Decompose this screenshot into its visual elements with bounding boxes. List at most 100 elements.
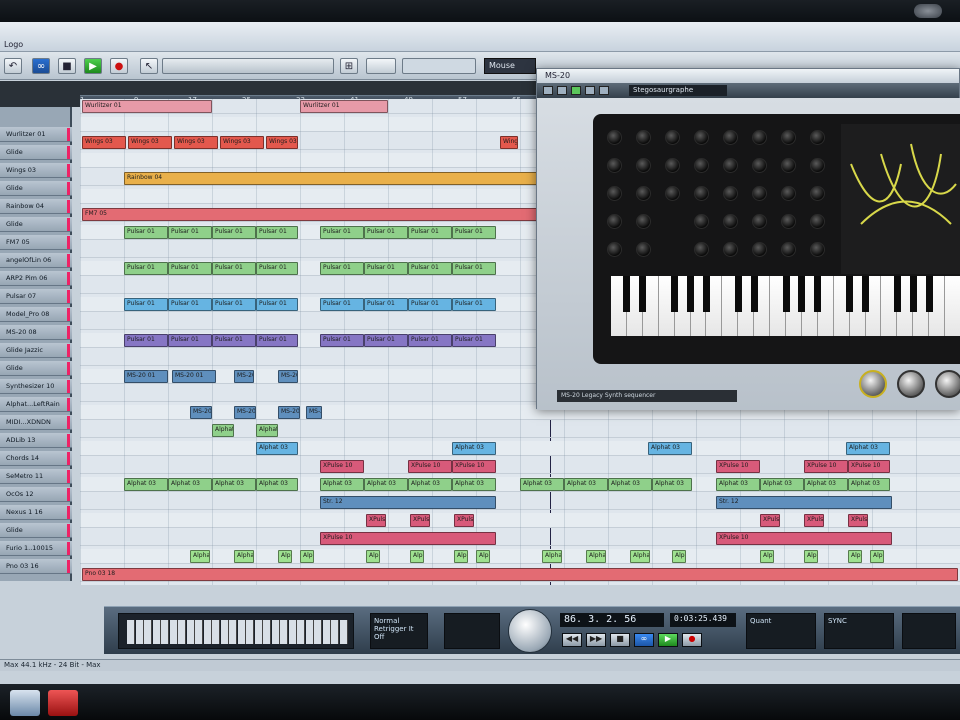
midi-part[interactable]: MS-20 01 bbox=[172, 370, 216, 383]
mini-key[interactable] bbox=[288, 620, 297, 644]
synth-knob[interactable] bbox=[752, 242, 767, 257]
track-header[interactable]: Nexus 1 16 bbox=[0, 505, 72, 520]
midi-part[interactable]: Pulsar 01 bbox=[256, 226, 298, 239]
midi-part[interactable]: XPulse 10 bbox=[320, 460, 364, 473]
track-header[interactable]: ADLib 13 bbox=[0, 433, 72, 448]
midi-part[interactable]: Alphat 03 bbox=[630, 550, 650, 563]
synth-knob[interactable] bbox=[781, 186, 796, 201]
midi-part[interactable]: MS-20 01 bbox=[306, 406, 322, 419]
mini-key[interactable] bbox=[297, 620, 305, 644]
synth-knob[interactable] bbox=[607, 186, 622, 201]
midi-part[interactable]: XPulse 10 bbox=[320, 532, 496, 545]
midi-part[interactable]: Alphat 03 bbox=[452, 442, 496, 455]
midi-part[interactable]: Pulsar 01 bbox=[124, 298, 168, 311]
midi-part[interactable]: XPulse 10 bbox=[410, 514, 430, 527]
mode-panel[interactable]: Normal Retrigger It Off bbox=[370, 613, 428, 649]
midi-part[interactable]: XPulse 10 bbox=[716, 460, 760, 473]
synth-knob[interactable] bbox=[607, 214, 622, 229]
synth-knob[interactable] bbox=[752, 214, 767, 229]
midi-part[interactable]: Alphat 03 bbox=[366, 550, 380, 563]
midi-part[interactable]: XPulse 10 bbox=[366, 514, 386, 527]
synth-knob[interactable] bbox=[694, 130, 709, 145]
midi-part[interactable]: Alphat 03 bbox=[190, 550, 210, 563]
mode-off[interactable]: Off bbox=[374, 633, 424, 641]
desktop-power-icon[interactable] bbox=[914, 4, 942, 18]
synth-keyboard[interactable] bbox=[611, 276, 960, 336]
synth-knob[interactable] bbox=[723, 158, 738, 173]
midi-part[interactable]: Alphat 03 bbox=[168, 478, 212, 491]
midi-part[interactable]: Alphat 03 bbox=[672, 550, 686, 563]
synth-knob[interactable] bbox=[723, 130, 738, 145]
midi-part[interactable]: Wings 03 bbox=[220, 136, 264, 149]
select-tool-icon[interactable]: ↖ bbox=[140, 58, 158, 74]
midi-part[interactable]: Alphat 03 bbox=[760, 478, 804, 491]
mini-key[interactable] bbox=[178, 620, 186, 644]
tool-strip[interactable] bbox=[162, 58, 334, 74]
stop-button-transport[interactable]: ■ bbox=[610, 633, 630, 647]
midi-part[interactable]: Pulsar 01 bbox=[168, 262, 212, 275]
bypass-icon[interactable] bbox=[557, 86, 567, 95]
mini-key[interactable] bbox=[331, 620, 339, 644]
sync-panel[interactable]: SYNC bbox=[824, 613, 894, 649]
black-key[interactable] bbox=[687, 276, 695, 312]
synth-knob[interactable] bbox=[723, 214, 738, 229]
midi-part[interactable]: Wings 03 bbox=[174, 136, 218, 149]
synth-knob[interactable] bbox=[607, 130, 622, 145]
mini-key[interactable] bbox=[186, 620, 195, 644]
midi-part[interactable]: Pulsar 01 bbox=[408, 262, 452, 275]
black-key[interactable] bbox=[814, 276, 822, 312]
midi-part[interactable]: Pulsar 01 bbox=[124, 334, 168, 347]
midi-part[interactable]: Alphat 03 bbox=[804, 550, 818, 563]
midi-part[interactable]: Alphat 03 bbox=[586, 550, 606, 563]
black-key[interactable] bbox=[671, 276, 679, 312]
midi-part[interactable]: Alphat 03 bbox=[476, 550, 490, 563]
midi-part[interactable]: Pulsar 01 bbox=[408, 226, 452, 239]
record-button[interactable]: ● bbox=[110, 58, 128, 74]
track-header[interactable]: Model_Pro 08 bbox=[0, 307, 72, 322]
arrow-icon[interactable] bbox=[599, 86, 609, 95]
history-icon[interactable]: ↶ bbox=[4, 58, 22, 74]
track-header[interactable]: Glide bbox=[0, 217, 72, 232]
midi-part[interactable]: Alphat 03 bbox=[300, 550, 314, 563]
midi-part[interactable]: XPulse 10 bbox=[804, 514, 824, 527]
midi-part[interactable]: Pulsar 01 bbox=[408, 334, 452, 347]
midi-part[interactable]: Pulsar 01 bbox=[452, 226, 496, 239]
midi-part[interactable]: Alphat 03 bbox=[256, 424, 278, 437]
stop-button[interactable]: ■ bbox=[58, 58, 76, 74]
midi-part[interactable]: Alphat 03 bbox=[652, 478, 692, 491]
track-header[interactable]: SeMetro 11 bbox=[0, 469, 72, 484]
track-header[interactable]: Glide Jazzic bbox=[0, 343, 72, 358]
midi-part[interactable]: XPulse 10 bbox=[804, 460, 848, 473]
midi-part[interactable]: MS-20 01 bbox=[190, 406, 212, 419]
synth-knob[interactable] bbox=[810, 130, 825, 145]
tone-knob[interactable] bbox=[897, 370, 925, 398]
midi-part[interactable]: Pulsar 01 bbox=[364, 262, 408, 275]
midi-part[interactable]: MS-20 01 bbox=[124, 370, 168, 383]
track-header[interactable]: Chords 14 bbox=[0, 451, 72, 466]
mini-key[interactable] bbox=[161, 620, 169, 644]
mini-key[interactable] bbox=[322, 620, 331, 644]
synth-knob[interactable] bbox=[694, 214, 709, 229]
mini-key[interactable] bbox=[305, 620, 314, 644]
midi-part[interactable]: XPulse 10 bbox=[454, 514, 474, 527]
black-key[interactable] bbox=[623, 276, 631, 312]
forward-button[interactable]: ▶▶ bbox=[586, 633, 606, 647]
grid-select[interactable] bbox=[402, 58, 476, 74]
synth-knob[interactable] bbox=[665, 130, 680, 145]
white-key[interactable] bbox=[945, 276, 960, 336]
midi-part[interactable]: Pulsar 01 bbox=[124, 226, 168, 239]
midi-part[interactable]: Alphat 03 bbox=[278, 550, 292, 563]
midi-part[interactable]: Wings 03 bbox=[500, 136, 518, 149]
midi-part[interactable]: Wurlitzer 01 bbox=[300, 100, 388, 113]
patch-bay[interactable] bbox=[841, 124, 960, 274]
read-icon[interactable] bbox=[571, 86, 581, 95]
midi-part[interactable]: Alphat 03 bbox=[848, 478, 890, 491]
midi-part[interactable]: Pulsar 01 bbox=[168, 226, 212, 239]
midi-part[interactable]: Str. 12 bbox=[320, 496, 496, 509]
mini-key[interactable] bbox=[144, 620, 152, 644]
midi-part[interactable]: Pulsar 01 bbox=[256, 298, 298, 311]
explorer-taskbar-icon[interactable] bbox=[10, 690, 40, 716]
midi-part[interactable]: Pulsar 01 bbox=[452, 334, 496, 347]
mini-key[interactable] bbox=[229, 620, 237, 644]
midi-part[interactable]: Pulsar 01 bbox=[212, 262, 256, 275]
